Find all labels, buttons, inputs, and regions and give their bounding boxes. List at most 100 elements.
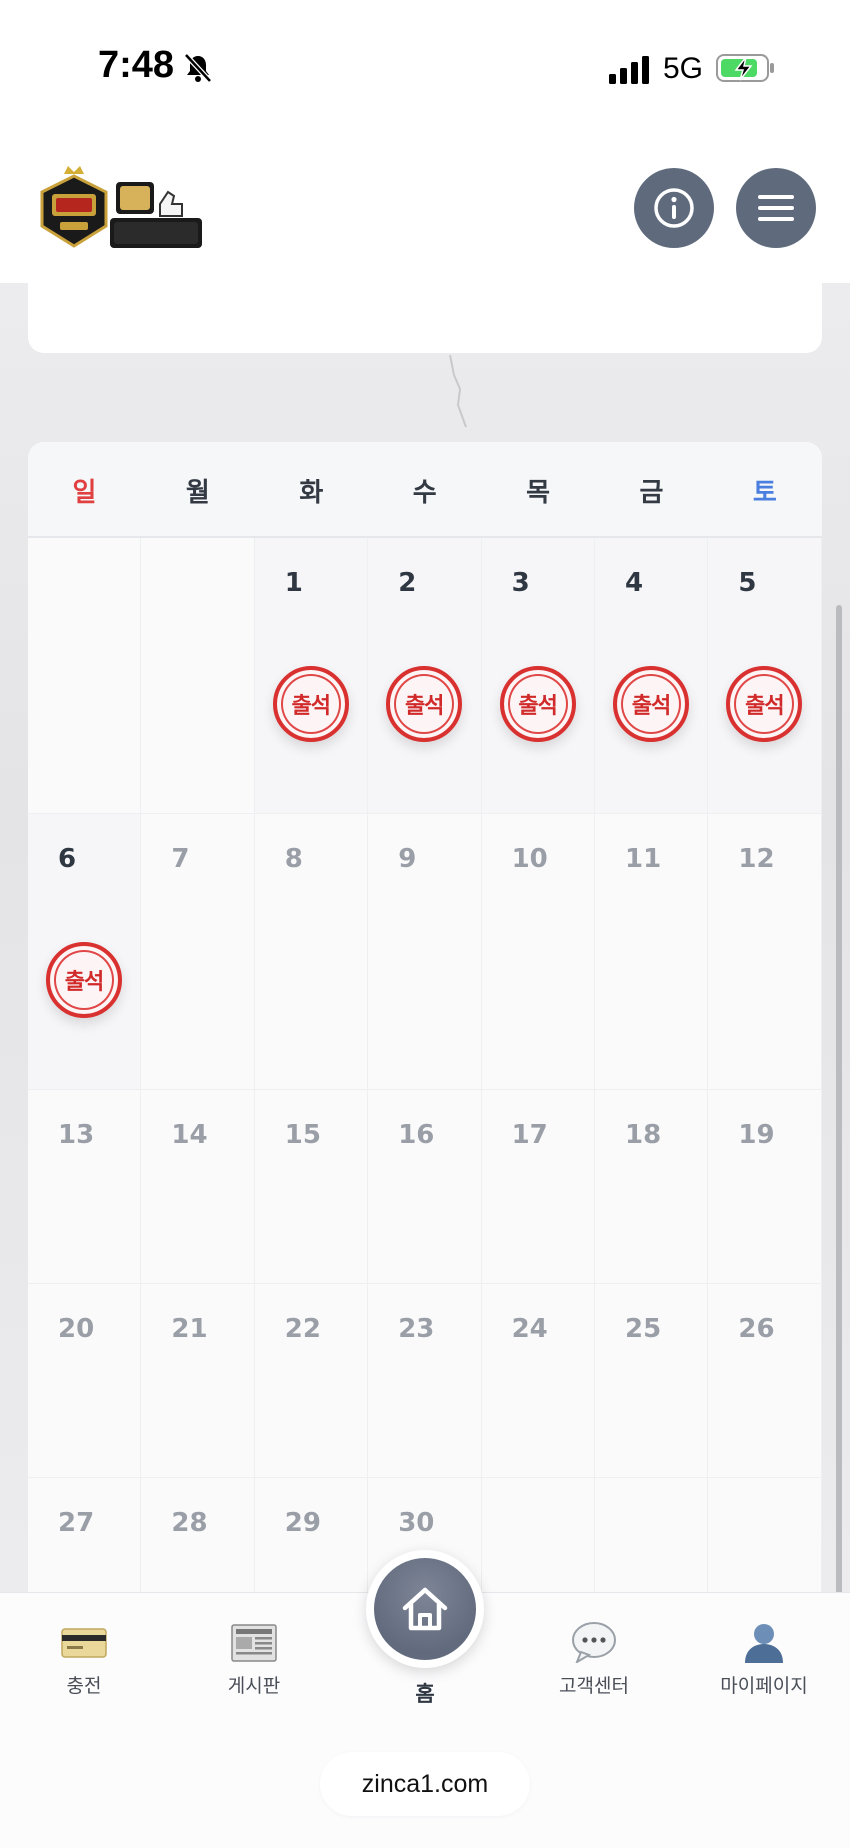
calendar-empty-cell [481,1478,595,1602]
newspaper-icon [231,1624,277,1662]
day-number: 20 [58,1314,95,1344]
calendar-empty-cell [708,1478,822,1602]
tab-customer-center[interactable]: 고객센터 [519,1621,669,1698]
calendar-day-cell[interactable]: 16 [368,1090,482,1284]
calendar-day-cell[interactable]: 25 [595,1284,709,1478]
weekday-label: 수 [412,478,437,508]
weekday-label: 금 [639,478,664,508]
calendar-day-cell[interactable]: 6 출석 [28,814,142,1090]
calendar-empty-cell [595,1478,709,1602]
browser-url-bar[interactable]: zinca1.com [320,1752,530,1816]
previous-card-bottom [28,283,822,353]
marble-vein [449,355,467,428]
app-header [0,140,850,283]
calendar-day-cell[interactable]: 24 [481,1284,595,1478]
signal-icon [609,56,649,84]
day-number: 2 [398,568,417,598]
calendar-day-cell[interactable]: 4 출석 [595,538,709,814]
attendance-stamp-label: 출석 [64,970,104,995]
calendar-day-cell[interactable]: 5 출석 [708,538,822,814]
home-button-inner [374,1558,476,1660]
calendar-day-cell[interactable]: 27 [28,1478,142,1602]
day-number: 13 [58,1120,95,1150]
day-number: 12 [738,844,775,874]
home-icon [402,1587,448,1631]
calendar-day-cell[interactable]: 22 [254,1284,369,1478]
calendar-day-cell[interactable]: 29 [254,1478,369,1602]
calendar-day-cell[interactable]: 17 [481,1090,595,1284]
day-number: 11 [625,844,662,874]
calendar-day-cell[interactable]: 3 출석 [481,538,595,814]
day-number: 3 [511,568,530,598]
info-icon [654,188,694,228]
battery-charging-icon [716,54,774,82]
attendance-stamp-label: 출석 [291,694,331,719]
calendar-day-cell[interactable]: 14 [141,1090,255,1284]
day-number: 24 [511,1314,548,1344]
bell-off-icon [184,53,212,83]
tab-board[interactable]: 게시판 [179,1621,329,1698]
weekday-label: 월 [185,478,210,508]
day-number: 4 [625,568,644,598]
day-number: 9 [398,844,417,874]
browser-url: zinca1.com [361,1769,489,1798]
home-button[interactable] [366,1550,484,1668]
day-number: 27 [58,1508,95,1538]
page-scrollbar[interactable] [836,605,842,1635]
day-number: 7 [171,844,190,874]
calendar-day-cell[interactable]: 7 [141,814,255,1090]
calendar-day-cell[interactable]: 23 [368,1284,482,1478]
day-number: 23 [398,1314,435,1344]
day-number: 21 [171,1314,208,1344]
tab-label-my-page: 마이페이지 [720,1675,808,1697]
calendar-day-cell[interactable]: 1 출석 [254,538,369,814]
site-logo[interactable] [34,164,214,254]
attendance-stamp: 출석 [726,666,803,742]
attendance-calendar: 일 월 화 수 목 금 토 1 출석 2 출석 3 출석 4 출석 5 출석 6 출석 7 8 9 10 11 12 13 14 1… [28,442,822,1602]
day-number: 22 [284,1314,321,1344]
day-number: 28 [171,1508,208,1538]
weekday-label: 일 [72,478,97,508]
calendar-day-cell[interactable]: 2 출석 [368,538,482,814]
tab-charge[interactable]: 충전 [9,1621,159,1698]
tab-my-page[interactable]: 마이페이지 [689,1621,839,1698]
info-button[interactable] [634,168,714,248]
menu-button[interactable] [736,168,816,248]
day-number: 18 [625,1120,662,1150]
calendar-day-cell[interactable]: 20 [28,1284,142,1478]
calendar-empty-cell [141,538,255,814]
day-number: 26 [738,1314,775,1344]
weekday-label: 토 [752,478,777,508]
credit-card-icon [61,1628,107,1658]
day-number: 5 [738,568,757,598]
calendar-empty-cell [28,538,142,814]
network-type: 5G [663,52,704,85]
calendar-day-cell[interactable]: 19 [708,1090,822,1284]
calendar-day-cell[interactable]: 9 [368,814,482,1090]
calendar-day-cell[interactable]: 28 [141,1478,255,1602]
calendar-day-cell[interactable]: 26 [708,1284,822,1478]
attendance-stamp: 출석 [499,666,576,742]
attendance-stamp-label: 출석 [404,694,444,719]
status-bar: 7:48 5G [0,0,850,140]
day-number: 29 [284,1508,321,1538]
day-number: 8 [284,844,303,874]
calendar-day-cell[interactable]: 12 [708,814,822,1090]
attendance-stamp-label: 출석 [745,694,784,719]
day-number: 30 [398,1508,435,1538]
day-number: 19 [738,1120,775,1150]
attendance-stamp: 출석 [386,666,463,742]
attendance-stamp-label: 출석 [518,694,557,719]
calendar-day-cell[interactable]: 8 [254,814,369,1090]
calendar-day-cell[interactable]: 10 [481,814,595,1090]
hamburger-menu-icon [758,195,794,221]
tab-label-customer-center: 고객센터 [559,1675,629,1697]
calendar-day-cell[interactable]: 11 [595,814,709,1090]
calendar-day-cell[interactable]: 21 [141,1284,255,1478]
calendar-day-cell[interactable]: 18 [595,1090,709,1284]
tab-label-home: 홈 [415,1682,435,1706]
calendar-day-cell[interactable]: 13 [28,1090,142,1284]
tab-label-board: 게시판 [227,1675,281,1697]
day-number: 17 [511,1120,548,1150]
calendar-day-cell[interactable]: 15 [254,1090,369,1284]
